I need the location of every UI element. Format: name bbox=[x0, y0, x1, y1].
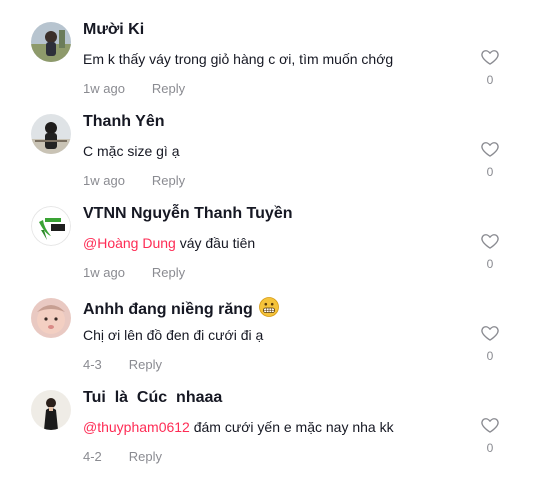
comment-text: Em k thấy váy trong giỏ hàng c ơi, tìm m… bbox=[83, 51, 393, 67]
reply-button[interactable]: Reply bbox=[129, 449, 162, 464]
comment-text: Chị ơi lên đồ đen đi cưới đi ạ bbox=[83, 327, 263, 343]
comment-text-body: C mặc size gì ạ bbox=[83, 143, 180, 159]
grimacing-emoji-icon bbox=[258, 297, 279, 322]
comment-text: C mặc size gì ạ bbox=[83, 143, 179, 159]
like-count: 0 bbox=[486, 165, 494, 179]
comment-date: 4-2 bbox=[83, 449, 102, 464]
like-button[interactable]: 0 bbox=[478, 415, 502, 455]
comment-text-body: Chị ơi lên đồ đen đi cưới đi ạ bbox=[83, 327, 264, 343]
comment-item: Tui là Cúc nhaaa @thuypham0612 đám cưới … bbox=[0, 368, 534, 464]
comment-meta: 4-2 Reply bbox=[83, 449, 162, 464]
comment-text-body: Em k thấy váy trong giỏ hàng c ơi, tìm m… bbox=[83, 51, 394, 67]
comment-username[interactable]: Anhh đang niềng răng bbox=[83, 297, 279, 322]
like-button[interactable]: 0 bbox=[478, 139, 502, 179]
heart-icon bbox=[481, 142, 499, 157]
avatar[interactable] bbox=[31, 22, 71, 62]
avatar[interactable] bbox=[31, 390, 71, 430]
mention-link[interactable]: @Hoàng Dung bbox=[83, 235, 176, 251]
comment-text: @Hoàng Dung váy đầu tiên bbox=[83, 235, 255, 251]
avatar[interactable] bbox=[31, 114, 71, 154]
like-button[interactable]: 0 bbox=[478, 47, 502, 87]
comment-text-body: đám cưới yến e mặc nay nha kk bbox=[189, 419, 394, 435]
comment-item: VTNN Nguyễn Thanh Tuyền @Hoàng Dung váy … bbox=[0, 184, 534, 280]
comment-text: @thuypham0612 đám cưới yến e mặc nay nha… bbox=[83, 419, 394, 435]
like-count: 0 bbox=[486, 257, 494, 271]
heart-icon bbox=[481, 418, 499, 433]
comment-username[interactable]: Thanh Yên bbox=[83, 113, 165, 131]
comment-username[interactable]: Mười Ki bbox=[83, 21, 144, 39]
comment-item: Anhh đang niềng răng Chị ơi lên đồ đen đ… bbox=[0, 276, 534, 372]
heart-icon bbox=[481, 234, 499, 249]
like-button[interactable]: 0 bbox=[478, 231, 502, 271]
like-count: 0 bbox=[486, 73, 494, 87]
comment-text-body: váy đầu tiên bbox=[175, 235, 256, 251]
mention-link[interactable]: @thuypham0612 bbox=[83, 419, 190, 435]
comment-username[interactable]: VTNN Nguyễn Thanh Tuyền bbox=[83, 205, 292, 223]
comment-username-text: Anhh đang niềng răng bbox=[83, 301, 253, 318]
comment-item: Mười Ki Em k thấy váy trong giỏ hàng c ơ… bbox=[0, 0, 534, 96]
avatar[interactable] bbox=[31, 298, 71, 338]
heart-icon bbox=[481, 326, 499, 341]
like-button[interactable]: 0 bbox=[478, 323, 502, 363]
heart-icon bbox=[481, 50, 499, 65]
like-count: 0 bbox=[486, 349, 494, 363]
avatar[interactable] bbox=[31, 206, 71, 246]
comment-username[interactable]: Tui là Cúc nhaaa bbox=[83, 389, 222, 407]
like-count: 0 bbox=[486, 441, 494, 455]
comment-item: Thanh Yên C mặc size gì ạ 1w ago Reply 0 bbox=[0, 92, 534, 188]
